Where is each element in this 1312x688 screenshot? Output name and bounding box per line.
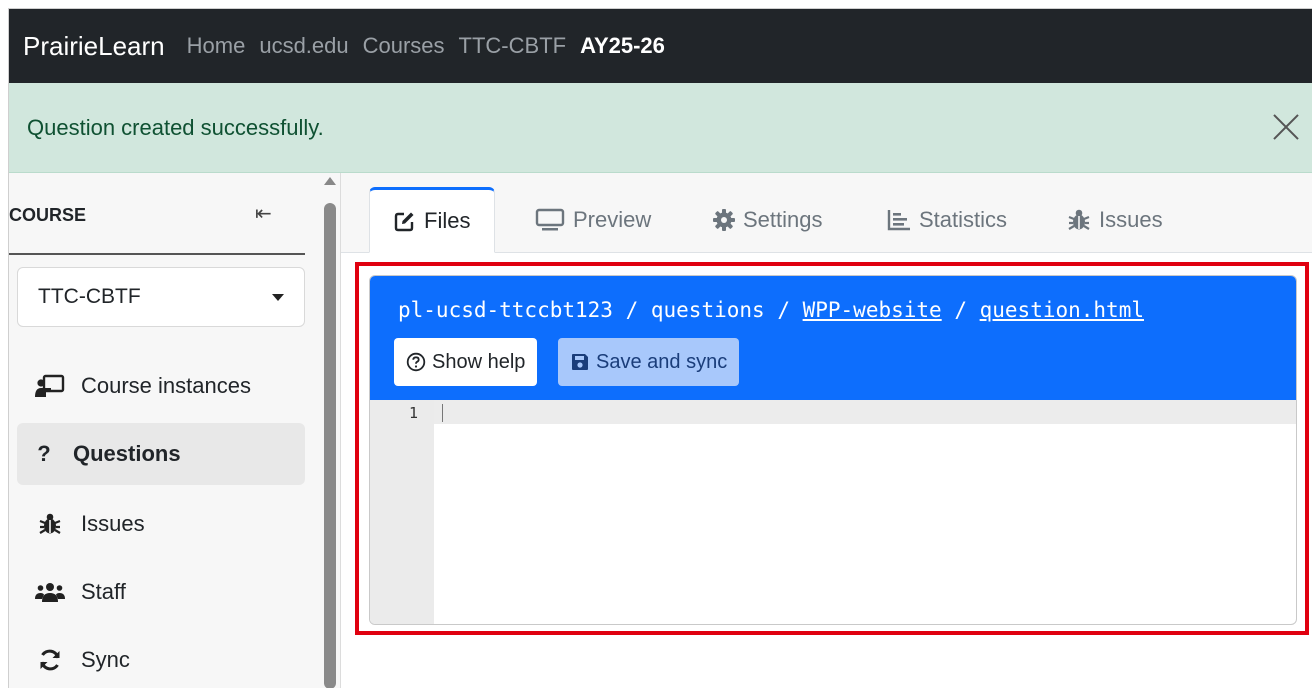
sidebar-heading: COURSE [9, 205, 87, 225]
sidebar-item-issues[interactable]: Issues [17, 493, 305, 555]
chart-bar-icon [887, 209, 911, 231]
sidebar-item-label: Staff [81, 579, 126, 604]
tab-label: Files [424, 208, 471, 233]
tab-label: Preview [573, 207, 652, 232]
desktop-icon [535, 208, 565, 232]
course-select-value: TTC-CBTF [38, 285, 141, 308]
tab-label: Settings [743, 207, 823, 232]
collapse-sidebar-icon[interactable]: ⇤ [255, 201, 272, 226]
sidebar-item-sync[interactable]: Sync [17, 629, 305, 688]
tab-settings[interactable]: Settings [713, 187, 823, 253]
sidebar-item-staff[interactable]: Staff [17, 561, 305, 623]
alert-message: Question created successfully. [27, 114, 324, 140]
top-navbar: PrairieLearn Home ucsd.edu Courses TTC-C… [9, 9, 1312, 83]
gear-icon [713, 209, 735, 231]
tab-label: Issues [1099, 207, 1163, 232]
nav-course-link[interactable]: TTC-CBTF [459, 33, 567, 59]
nav-course-instance-link[interactable]: AY25-26 [580, 33, 665, 59]
chalkboard-teacher-icon [35, 374, 65, 398]
course-select[interactable]: TTC-CBTF [17, 267, 305, 327]
sidebar-scrollbar[interactable] [319, 173, 341, 688]
sidebar-header: COURSE ⇤ [9, 199, 305, 255]
sync-icon [35, 648, 65, 672]
nav-home-link[interactable]: Home [187, 33, 246, 59]
sidebar-item-questions[interactable]: ? Questions [17, 423, 305, 485]
sidebar-item-label: Questions [73, 441, 181, 466]
scroll-up-arrow-icon[interactable] [324, 177, 336, 185]
sidebar-item-course-instances[interactable]: Course instances [17, 355, 305, 417]
users-icon [35, 581, 65, 603]
nav-institution-link[interactable]: ucsd.edu [259, 33, 348, 59]
tab-issues[interactable]: Issues [1067, 187, 1163, 253]
nav-courses-link[interactable]: Courses [363, 33, 445, 59]
close-icon[interactable] [1269, 110, 1303, 144]
tab-statistics[interactable]: Statistics [887, 187, 1007, 253]
bug-icon [35, 512, 65, 536]
sidebar-item-label: Issues [81, 511, 145, 536]
sidebar-item-label: Course instances [81, 373, 251, 398]
course-sidebar: COURSE ⇤ TTC-CBTF Course instances ? Que… [9, 173, 341, 688]
question-icon: ? [37, 441, 51, 466]
brand-logo[interactable]: PrairieLearn [23, 31, 165, 62]
success-alert: Question created successfully. [9, 83, 1312, 173]
question-tabs: Files Preview Settings Statistics Issues [341, 173, 1312, 253]
scrollbar-thumb[interactable] [324, 203, 336, 688]
sidebar-item-label: Sync [81, 647, 130, 672]
bug-icon [1067, 208, 1091, 232]
caret-down-icon [272, 294, 284, 301]
tab-preview[interactable]: Preview [535, 187, 651, 253]
tab-files[interactable]: Files [369, 187, 496, 253]
browser-viewport: PrairieLearn Home ucsd.edu Courses TTC-C… [8, 8, 1312, 688]
edit-icon [394, 210, 416, 232]
tab-label: Statistics [919, 207, 1008, 232]
highlight-annotation-box [355, 262, 1309, 635]
